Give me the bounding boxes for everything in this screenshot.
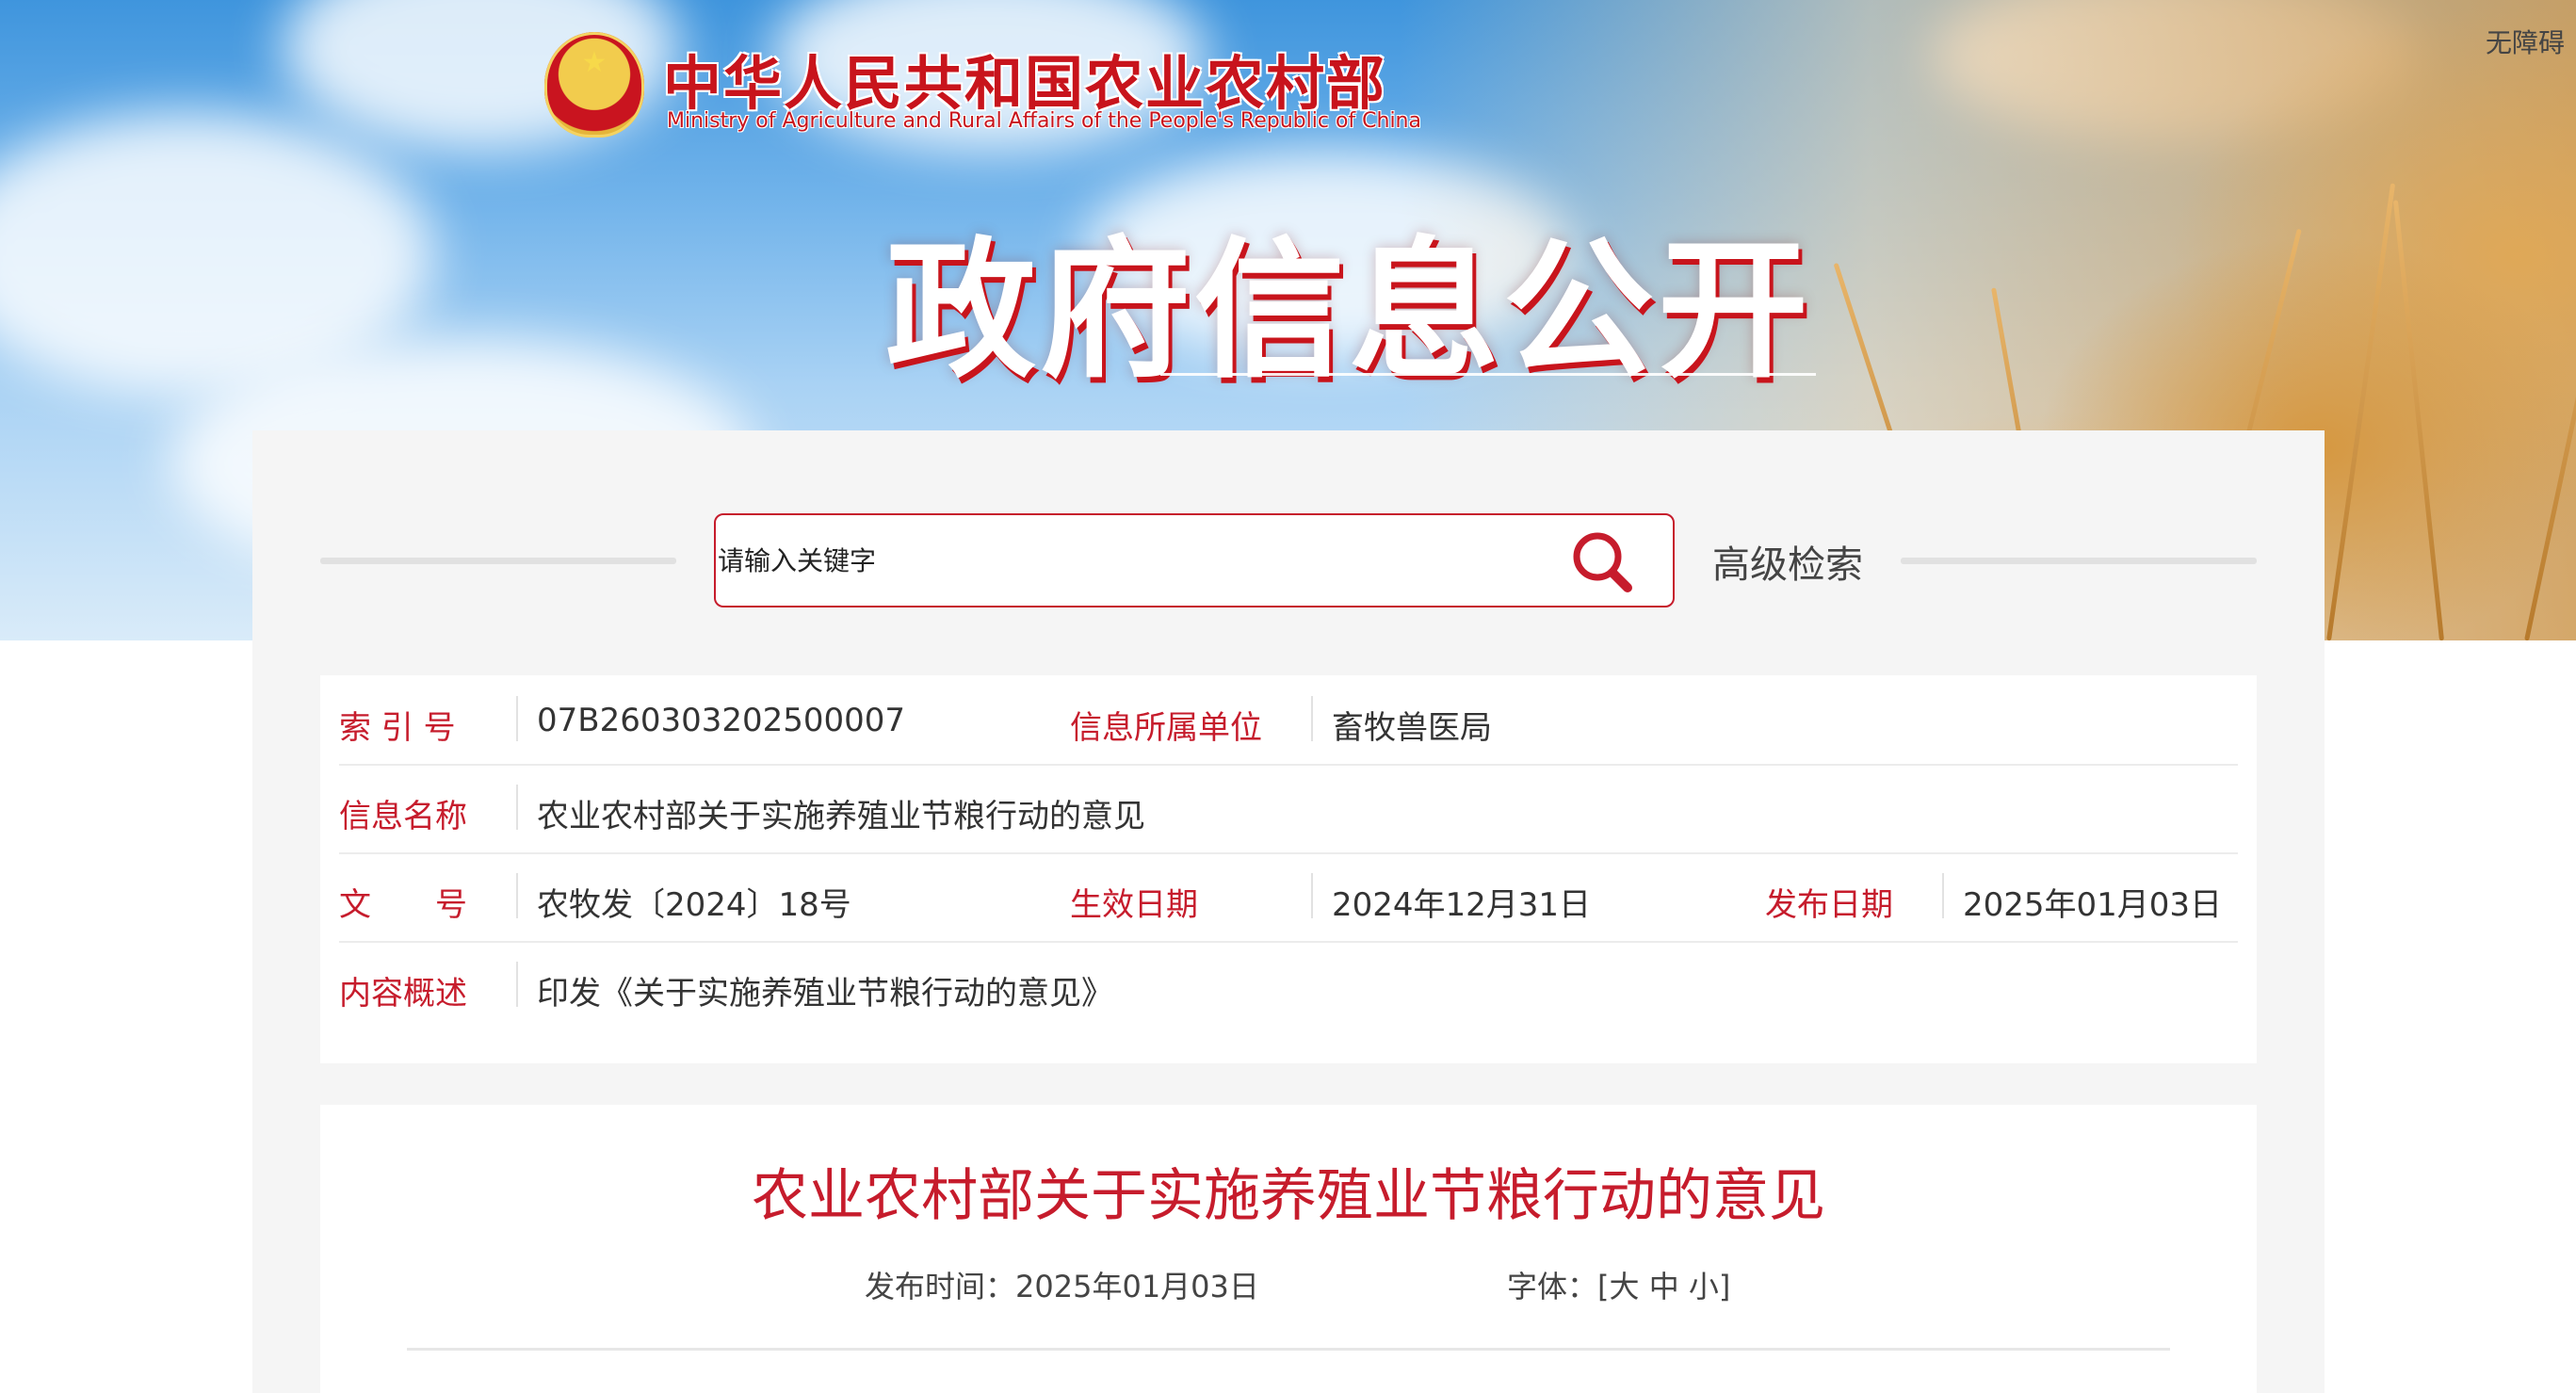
column-divider <box>1942 873 1944 918</box>
search-decor-line-right <box>1901 558 2257 564</box>
font-size-medium-button[interactable]: 中 <box>1649 1269 1679 1304</box>
summary-value: 印发《关于实施养殖业节粮行动的意见》 <box>537 975 1113 1012</box>
index-number-label: 索 引 号 <box>339 709 456 747</box>
publish-time-label: 发布时间： <box>865 1269 1016 1304</box>
font-size-switcher: 字体：[大 中 小] <box>1507 1263 1730 1306</box>
publish-time-value: 2025年01月03日 <box>1015 1269 1259 1304</box>
search-box <box>714 513 1675 607</box>
column-divider <box>1311 873 1313 918</box>
publish-date-value: 2025年01月03日 <box>1963 886 2223 924</box>
search-decor-line-left <box>320 558 676 564</box>
article-title: 农业农村部关于实施养殖业节粮行动的意见 <box>752 1163 1825 1229</box>
national-emblem-icon[interactable]: ★ <box>544 32 644 138</box>
search-input[interactable] <box>716 515 1547 606</box>
search-icon <box>1573 532 1632 592</box>
table-row: 索 引 号 07B260303202500007 信息所属单位 畜牧兽医局 <box>339 675 2238 766</box>
effective-date-value: 2024年12月31日 <box>1332 886 1592 924</box>
document-number-label: 文 号 <box>339 886 467 924</box>
publish-date-label: 发布日期 <box>1765 886 1893 924</box>
info-name-label: 信息名称 <box>339 798 467 835</box>
main-panel: 高级检索 索 引 号 07B260303202500007 信息所属单位 畜牧兽… <box>252 430 2325 1393</box>
table-row: 文 号 农牧发〔2024〕18号 生效日期 2024年12月31日 发布日期 2… <box>339 852 2238 943</box>
article-divider <box>407 1348 2170 1351</box>
search-button[interactable] <box>1569 530 1635 594</box>
article-container: 农业农村部关于实施养殖业节粮行动的意见 发布时间：2025年01月03日 字体：… <box>320 1105 2257 1393</box>
font-size-small-button[interactable]: 小 <box>1689 1269 1719 1304</box>
info-unit-value: 畜牧兽医局 <box>1332 709 1492 747</box>
summary-label: 内容概述 <box>339 975 467 1012</box>
article-publish-time: 发布时间：2025年01月03日 <box>865 1263 1259 1306</box>
table-row: 信息名称 农业农村部关于实施养殖业节粮行动的意见 <box>339 764 2238 854</box>
table-row: 内容概述 印发《关于实施养殖业节粮行动的意见》 <box>339 941 2238 1029</box>
info-metadata-table: 索 引 号 07B260303202500007 信息所属单位 畜牧兽医局 信息… <box>320 675 2257 1063</box>
font-size-large-button[interactable]: 大 <box>1610 1269 1640 1304</box>
accessibility-link[interactable]: 无障碍 <box>2486 23 2565 60</box>
advanced-search-link[interactable]: 高级检索 <box>1712 534 1863 589</box>
document-number-value: 农牧发〔2024〕18号 <box>537 886 851 924</box>
column-divider <box>516 873 518 918</box>
column-divider <box>1311 696 1313 741</box>
index-number-value: 07B260303202500007 <box>537 702 906 739</box>
column-divider <box>516 962 518 1007</box>
info-unit-label: 信息所属单位 <box>1070 709 1262 747</box>
bracket-open: [ <box>1597 1269 1610 1304</box>
column-divider <box>516 696 518 741</box>
hero-divider <box>1160 373 1816 376</box>
bracket-close: ] <box>1718 1269 1731 1304</box>
column-divider <box>516 785 518 830</box>
font-size-label: 字体： <box>1507 1269 1598 1304</box>
info-name-value: 农业农村部关于实施养殖业节粮行动的意见 <box>537 798 1145 835</box>
brand-name-en[interactable]: Ministry of Agriculture and Rural Affair… <box>667 109 1421 133</box>
brand-name-cn[interactable]: 中华人民共和国农业农村部 <box>663 36 1386 121</box>
effective-date-label: 生效日期 <box>1070 886 1198 924</box>
